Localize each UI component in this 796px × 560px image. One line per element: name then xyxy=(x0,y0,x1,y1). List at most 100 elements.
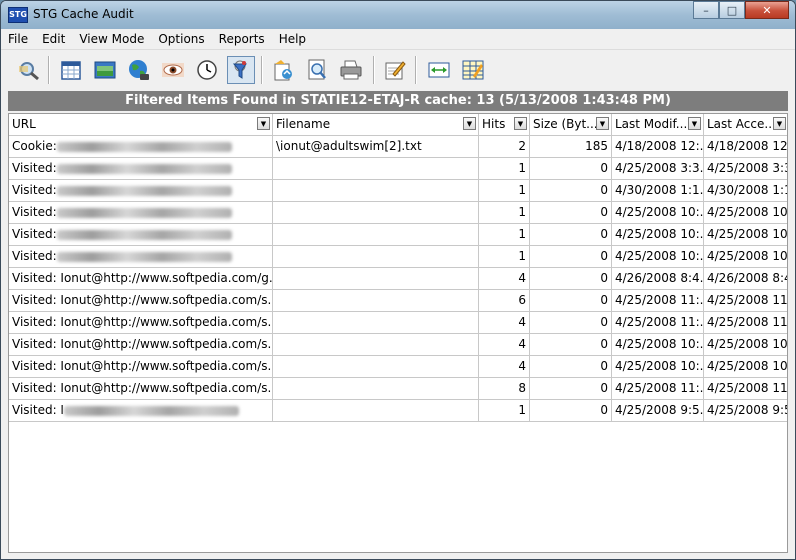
menu-options[interactable]: Options xyxy=(151,29,211,49)
window-icon[interactable] xyxy=(91,56,119,84)
table-row[interactable]: Visited: Ionut@http://www.softpedia.com/… xyxy=(9,268,787,290)
cell-filename-text: \ionut@adultswim[2].txt xyxy=(276,139,422,153)
redacted-url xyxy=(56,141,232,152)
redacted-url xyxy=(56,163,232,174)
cell-hits-text: 4 xyxy=(518,271,526,285)
dropdown-arrow-icon[interactable]: ▼ xyxy=(257,117,270,130)
cell-last-modified-text: 4/30/2008 1:1... xyxy=(615,183,704,197)
cell-last-modified-text: 4/18/2008 12:... xyxy=(615,139,704,153)
cell-last-accessed-text: 4/25/2008 10:... xyxy=(707,337,788,351)
cell-hits-text: 1 xyxy=(518,205,526,219)
cell-hits: 4 xyxy=(479,334,530,356)
table-row[interactable]: Visited: I 1 0 4/25/2008 9:5... 4/25/2008 9:… xyxy=(9,400,787,422)
cell-last-modified-text: 4/25/2008 10:... xyxy=(615,205,704,219)
column-label: Filename xyxy=(276,117,331,131)
cell-size-text: 0 xyxy=(600,205,608,219)
cell-last-modified: 4/30/2008 1:1... xyxy=(612,180,704,202)
menu-edit[interactable]: Edit xyxy=(35,29,72,49)
cell-hits: 8 xyxy=(479,378,530,400)
document-icon[interactable] xyxy=(269,56,297,84)
cell-last-modified-text: 4/25/2008 9:5... xyxy=(615,403,704,417)
cell-size: 0 xyxy=(530,224,612,246)
cell-size-text: 0 xyxy=(600,337,608,351)
cell-last-accessed-text: 4/25/2008 3:3... xyxy=(707,161,787,175)
table-row[interactable]: Visited: 1 0 4/25/2008 10:...4/25/2008 10:.… xyxy=(9,246,788,268)
search-icon[interactable] xyxy=(15,56,43,84)
cell-hits: 1 xyxy=(479,202,530,224)
column-header-last-modified[interactable]: Last Modif... ▼ xyxy=(612,114,704,135)
dropdown-arrow-icon[interactable]: ▼ xyxy=(596,117,609,130)
cell-last-modified: 4/25/2008 10:... xyxy=(612,224,704,246)
cell-filename xyxy=(273,246,479,268)
eye-icon[interactable] xyxy=(159,56,187,84)
dropdown-arrow-icon[interactable]: ▼ xyxy=(688,117,701,130)
column-label: Hits xyxy=(482,117,506,131)
table-row[interactable]: Visited: 1 0 4/25/2008 3:3...4/25/2008 3:3.… xyxy=(9,158,787,180)
fit-width-icon[interactable] xyxy=(425,56,453,84)
dropdown-arrow-icon[interactable]: ▼ xyxy=(514,117,527,130)
redacted-url xyxy=(56,185,232,196)
cell-size: 0 xyxy=(530,356,612,378)
cell-last-accessed: 4/25/2008 10:... xyxy=(704,334,788,356)
title-bar[interactable]: STG STG Cache Audit – □ ✕ xyxy=(1,1,795,29)
cell-filename xyxy=(273,180,479,202)
table-row[interactable]: Visited: Ionut@http://www.softpedia.com/… xyxy=(9,356,787,378)
edit-icon[interactable] xyxy=(381,56,409,84)
maximize-button[interactable]: □ xyxy=(719,1,745,19)
cell-last-accessed-text: 4/25/2008 10:... xyxy=(707,249,788,263)
table-row[interactable]: Visited: Ionut@http://www.softpedia.com/… xyxy=(9,290,787,312)
dropdown-arrow-icon[interactable]: ▼ xyxy=(463,117,476,130)
table-row[interactable]: Visited: 1 0 4/30/2008 1:1...4/30/2008 1:1.… xyxy=(9,180,787,202)
minimize-button[interactable]: – xyxy=(693,1,719,19)
filter-icon[interactable] xyxy=(227,56,255,84)
table-row[interactable]: Cookie: \ionut@adultswim[2].txt 2 185 4/18/2… xyxy=(9,136,787,158)
cell-url-text: Visited: xyxy=(12,227,57,241)
preview-icon[interactable] xyxy=(303,56,331,84)
cell-url-text: Visited: Ionut@http://www.softpedia.com/… xyxy=(12,337,273,351)
cell-last-accessed: 4/25/2008 10:... xyxy=(704,202,787,224)
table-row[interactable]: Visited: 1 0 4/25/2008 10:...4/25/2008 10:.… xyxy=(9,224,787,246)
cell-size-text: 0 xyxy=(600,271,608,285)
menu-help[interactable]: Help xyxy=(272,29,313,49)
cell-last-modified-text: 4/25/2008 10:... xyxy=(615,227,704,241)
column-header-last-accessed[interactable]: Last Acce... ▼ xyxy=(704,114,787,135)
cell-size-text: 0 xyxy=(600,227,608,241)
menu-reports[interactable]: Reports xyxy=(212,29,272,49)
column-header-filename[interactable]: Filename ▼ xyxy=(273,114,479,135)
calendar-icon[interactable] xyxy=(57,56,85,84)
column-header-url[interactable]: URL ▼ xyxy=(9,114,273,135)
column-header-size[interactable]: Size (Byt... ▼ xyxy=(530,114,612,135)
cell-size: 0 xyxy=(530,202,612,224)
cell-hits-text: 1 xyxy=(518,183,526,197)
cell-filename xyxy=(273,334,479,356)
table-row[interactable]: Visited: 1 0 4/25/2008 10:...4/25/2008 10:.… xyxy=(9,202,787,224)
window-title: STG Cache Audit xyxy=(33,7,134,21)
cell-size: 0 xyxy=(530,378,612,400)
cell-last-modified-text: 4/25/2008 11:... xyxy=(615,315,704,329)
printer-icon[interactable] xyxy=(337,56,365,84)
table-row[interactable]: Visited: Ionut@http://www.softpedia.com/… xyxy=(9,378,787,400)
table-row[interactable]: Visited: Ionut@http://www.softpedia.com/… xyxy=(9,334,788,356)
globe-icon[interactable] xyxy=(125,56,153,84)
dropdown-arrow-icon[interactable]: ▼ xyxy=(773,117,786,130)
menu-view-mode[interactable]: View Mode xyxy=(72,29,151,49)
cell-last-accessed: 4/25/2008 10:... xyxy=(704,224,787,246)
cell-size: 0 xyxy=(530,180,612,202)
column-header-hits[interactable]: Hits ▼ xyxy=(479,114,530,135)
cell-last-accessed-text: 4/30/2008 1:1... xyxy=(707,183,787,197)
menu-file[interactable]: File xyxy=(1,29,35,49)
close-button[interactable]: ✕ xyxy=(745,1,789,19)
cell-url: Visited: xyxy=(9,224,273,246)
table-row[interactable]: Visited: Ionut@http://www.softpedia.com/… xyxy=(9,312,787,334)
cell-hits-text: 8 xyxy=(518,381,526,395)
table-icon[interactable] xyxy=(459,56,487,84)
clock-icon[interactable] xyxy=(193,56,221,84)
cell-url-text: Visited: Ionut@http://www.softpedia.com/… xyxy=(12,315,273,329)
cell-filename xyxy=(273,356,479,378)
cell-url-text: Visited: xyxy=(12,161,57,175)
cell-filename xyxy=(273,312,479,334)
window-controls: – □ ✕ xyxy=(693,1,789,21)
cell-hits: 6 xyxy=(479,290,530,312)
column-label: Size (Byt... xyxy=(533,117,598,131)
cell-filename: \ionut@adultswim[2].txt xyxy=(273,136,479,158)
